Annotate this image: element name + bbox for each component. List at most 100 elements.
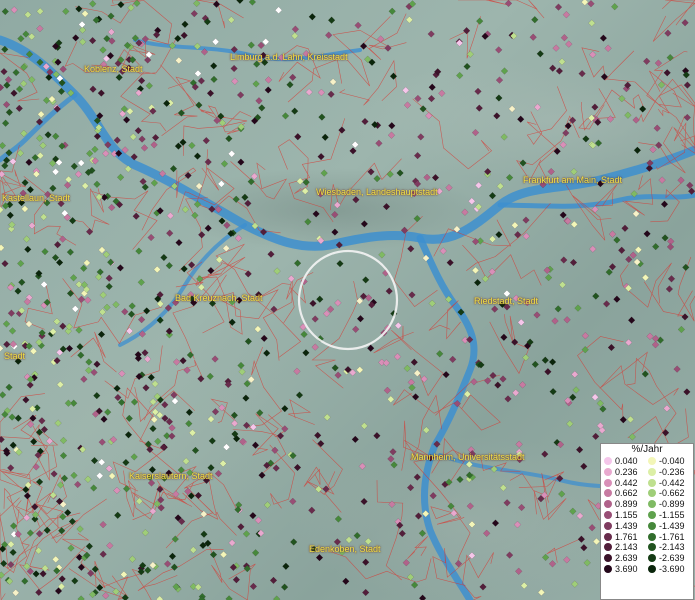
measurement-point[interactable] <box>600 73 609 81</box>
measurement-point[interactable] <box>576 512 584 520</box>
measurement-point[interactable] <box>36 24 44 33</box>
measurement-point[interactable] <box>269 576 278 585</box>
measurement-point[interactable] <box>624 338 633 347</box>
measurement-point[interactable] <box>408 291 416 299</box>
measurement-point[interactable] <box>0 244 5 252</box>
measurement-point[interactable] <box>422 254 430 262</box>
measurement-point[interactable] <box>388 500 396 508</box>
measurement-point[interactable] <box>194 583 202 591</box>
measurement-point[interactable] <box>410 358 418 366</box>
measurement-point[interactable] <box>499 375 507 383</box>
measurement-point[interactable] <box>641 273 650 282</box>
measurement-point[interactable] <box>144 566 152 574</box>
measurement-point[interactable] <box>0 141 7 150</box>
measurement-point[interactable] <box>559 141 567 149</box>
measurement-point[interactable] <box>62 7 70 16</box>
measurement-point[interactable] <box>681 313 689 321</box>
measurement-point[interactable] <box>90 456 99 465</box>
measurement-point[interactable] <box>19 79 28 88</box>
measurement-point[interactable] <box>602 300 611 308</box>
measurement-point[interactable] <box>238 368 246 376</box>
measurement-point[interactable] <box>681 19 689 27</box>
measurement-point[interactable] <box>209 550 218 559</box>
measurement-point[interactable] <box>68 517 77 526</box>
measurement-point[interactable] <box>172 358 181 366</box>
measurement-point[interactable] <box>562 129 570 137</box>
measurement-point[interactable] <box>571 370 579 379</box>
measurement-point[interactable] <box>580 462 588 471</box>
measurement-point[interactable] <box>85 542 94 550</box>
measurement-point[interactable] <box>159 443 168 451</box>
measurement-point[interactable] <box>336 259 344 268</box>
measurement-point[interactable] <box>588 19 596 27</box>
measurement-point[interactable] <box>121 308 129 316</box>
measurement-point[interactable] <box>134 126 142 135</box>
measurement-point[interactable] <box>217 180 226 188</box>
measurement-point[interactable] <box>418 529 427 537</box>
measurement-point[interactable] <box>12 589 20 597</box>
measurement-point[interactable] <box>244 337 253 346</box>
measurement-point[interactable] <box>197 283 206 291</box>
measurement-point[interactable] <box>311 343 319 351</box>
measurement-point[interactable] <box>141 35 150 43</box>
measurement-point[interactable] <box>362 276 370 284</box>
measurement-point[interactable] <box>75 5 83 13</box>
measurement-point[interactable] <box>318 113 326 121</box>
measurement-point[interactable] <box>24 245 32 254</box>
measurement-point[interactable] <box>457 308 465 316</box>
measurement-point[interactable] <box>373 174 381 183</box>
measurement-point[interactable] <box>18 278 26 286</box>
measurement-point[interactable] <box>359 42 368 50</box>
measurement-point[interactable] <box>171 397 179 405</box>
measurement-point[interactable] <box>114 393 122 402</box>
measurement-point[interactable] <box>0 344 4 353</box>
measurement-point[interactable] <box>581 346 589 354</box>
measurement-point[interactable] <box>140 144 149 152</box>
measurement-point[interactable] <box>200 530 208 538</box>
measurement-point[interactable] <box>202 136 210 145</box>
measurement-point[interactable] <box>42 96 51 104</box>
measurement-point[interactable] <box>185 408 194 416</box>
measurement-point[interactable] <box>17 34 25 43</box>
measurement-point[interactable] <box>138 135 146 143</box>
measurement-point[interactable] <box>270 305 278 313</box>
measurement-point[interactable] <box>5 108 14 116</box>
measurement-point[interactable] <box>271 446 279 454</box>
measurement-point[interactable] <box>362 588 370 597</box>
measurement-point[interactable] <box>655 141 663 149</box>
measurement-point[interactable] <box>69 274 78 282</box>
measurement-point[interactable] <box>503 499 511 507</box>
measurement-point[interactable] <box>333 201 341 209</box>
measurement-point[interactable] <box>425 112 433 120</box>
measurement-point[interactable] <box>241 193 249 201</box>
measurement-point[interactable] <box>519 159 527 167</box>
measurement-point[interactable] <box>291 25 300 33</box>
measurement-point[interactable] <box>592 432 600 441</box>
measurement-point[interactable] <box>225 595 233 600</box>
measurement-point[interactable] <box>56 380 64 389</box>
measurement-point[interactable] <box>230 411 239 419</box>
measurement-point[interactable] <box>3 81 11 89</box>
measurement-point[interactable] <box>651 341 660 349</box>
measurement-point[interactable] <box>396 169 404 177</box>
measurement-point[interactable] <box>75 326 83 334</box>
measurement-point[interactable] <box>555 67 564 75</box>
measurement-point[interactable] <box>164 304 173 312</box>
measurement-point[interactable] <box>641 370 649 378</box>
measurement-point[interactable] <box>570 220 578 229</box>
measurement-point[interactable] <box>453 225 461 233</box>
measurement-point[interactable] <box>23 235 31 243</box>
measurement-point[interactable] <box>7 309 16 317</box>
measurement-point[interactable] <box>541 356 549 364</box>
measurement-point[interactable] <box>316 295 324 303</box>
measurement-point[interactable] <box>423 173 431 182</box>
measurement-point[interactable] <box>629 251 637 259</box>
measurement-point[interactable] <box>100 415 108 423</box>
measurement-point[interactable] <box>143 307 151 315</box>
measurement-point[interactable] <box>77 351 85 359</box>
measurement-point[interactable] <box>55 258 64 267</box>
measurement-point[interactable] <box>50 470 58 478</box>
measurement-point[interactable] <box>220 160 229 168</box>
measurement-point[interactable] <box>80 375 88 383</box>
measurement-point[interactable] <box>74 480 82 489</box>
